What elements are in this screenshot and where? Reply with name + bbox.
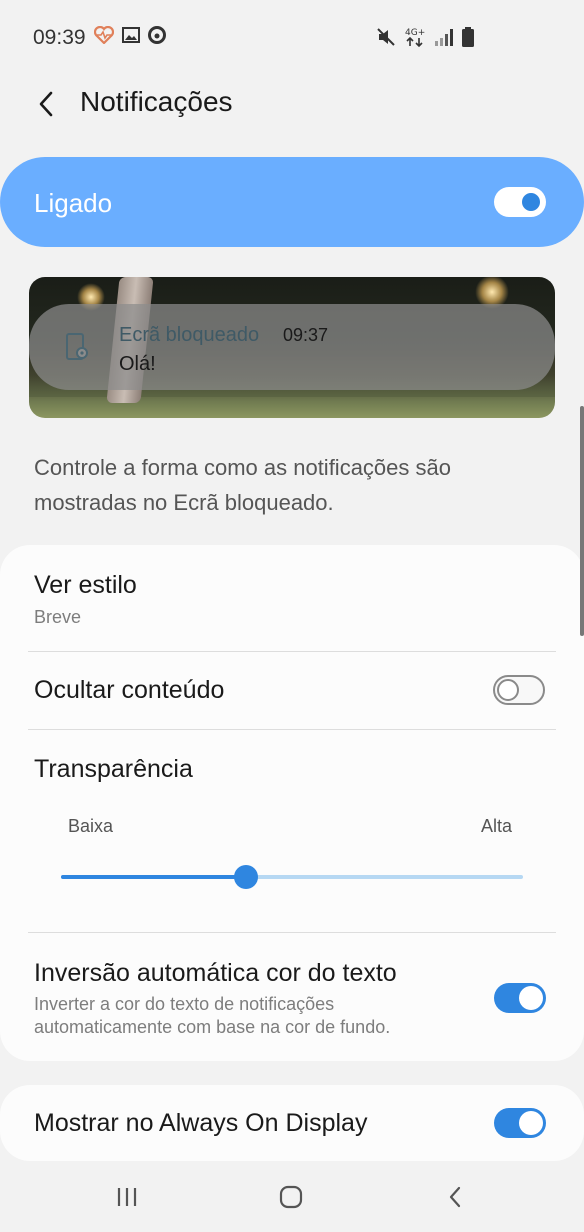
gallery-icon xyxy=(122,27,140,43)
slider-fill xyxy=(61,875,246,879)
mute-icon xyxy=(377,28,395,46)
signal-icon xyxy=(435,29,453,46)
transparency-slider[interactable] xyxy=(61,865,523,889)
header: Notificações xyxy=(0,76,584,132)
auto-invert-title: Inversão automática cor do texto xyxy=(34,959,397,987)
notification-time: 09:37 xyxy=(283,325,329,345)
battery-icon xyxy=(462,27,474,47)
transparency-high-label: Alta xyxy=(481,816,513,836)
auto-invert-subtitle: Inverter a cor do texto de notificações … xyxy=(34,994,391,1037)
back-arrow-icon xyxy=(39,91,53,117)
transparency-low-label: Baixa xyxy=(68,816,114,836)
home-icon xyxy=(279,1185,303,1209)
always-on-title: Mostrar no Always On Display xyxy=(34,1109,368,1137)
status-right-icons: 4G+ xyxy=(376,26,474,48)
divider xyxy=(28,729,556,730)
vodafone-icon xyxy=(148,26,166,44)
toggle-knob xyxy=(519,190,543,214)
back-button[interactable] xyxy=(26,84,66,124)
hide-content-title: Ocultar conteúdo xyxy=(34,676,225,704)
settings-card: Ver estilo Breve Ocultar conteúdo Transp… xyxy=(0,545,584,1061)
recent-apps-button[interactable] xyxy=(107,1182,147,1212)
notification-preview-card: Ecrã bloqueado 09:37 Olá! xyxy=(29,304,555,390)
lock-screen-preview: Ecrã bloqueado 09:37 Olá! xyxy=(29,277,555,418)
back-nav-button[interactable] xyxy=(435,1182,475,1212)
scrollbar[interactable] xyxy=(580,406,584,636)
status-time: 09:39 xyxy=(33,26,86,49)
status-left-icons xyxy=(94,26,166,44)
back-icon xyxy=(449,1186,461,1208)
always-on-card: Mostrar no Always On Display xyxy=(0,1085,584,1161)
hide-content-toggle[interactable] xyxy=(493,675,545,705)
transparency-title: Transparência xyxy=(34,755,193,783)
page-title: Notificações xyxy=(80,86,233,117)
hide-content-row[interactable]: Ocultar conteúdo xyxy=(0,652,584,728)
svg-text:4G+: 4G+ xyxy=(405,28,425,38)
heart-rate-icon xyxy=(94,26,114,44)
toggle-knob xyxy=(519,1111,543,1135)
notification-app-name: Ecrã bloqueado xyxy=(119,324,260,346)
auto-invert-row[interactable]: Inversão automática cor do texto Inverte… xyxy=(0,933,584,1053)
view-style-title: Ver estilo xyxy=(34,571,137,599)
view-style-value: Breve xyxy=(34,607,82,627)
recent-apps-icon xyxy=(117,1188,137,1206)
home-button[interactable] xyxy=(271,1182,311,1212)
settings-app-icon xyxy=(66,333,88,360)
master-switch-label: Ligado xyxy=(34,188,113,218)
navigation-bar xyxy=(0,1162,584,1232)
slider-thumb[interactable] xyxy=(233,865,258,889)
toggle-knob xyxy=(497,679,519,701)
toggle-knob xyxy=(519,986,543,1010)
view-style-row[interactable]: Ver estilo Breve xyxy=(0,545,584,651)
master-switch-bar[interactable]: Ligado xyxy=(0,157,584,247)
master-switch-toggle[interactable] xyxy=(494,187,546,217)
description-text: Controle a forma como as notificações sã… xyxy=(34,455,451,515)
always-on-row[interactable]: Mostrar no Always On Display xyxy=(0,1085,584,1161)
notification-message: Olá! xyxy=(119,353,156,375)
status-bar: 09:39 4G+ xyxy=(0,0,584,76)
4g-data-icon: 4G+ xyxy=(405,28,425,48)
auto-invert-toggle[interactable] xyxy=(494,983,546,1013)
always-on-toggle[interactable] xyxy=(494,1108,546,1138)
